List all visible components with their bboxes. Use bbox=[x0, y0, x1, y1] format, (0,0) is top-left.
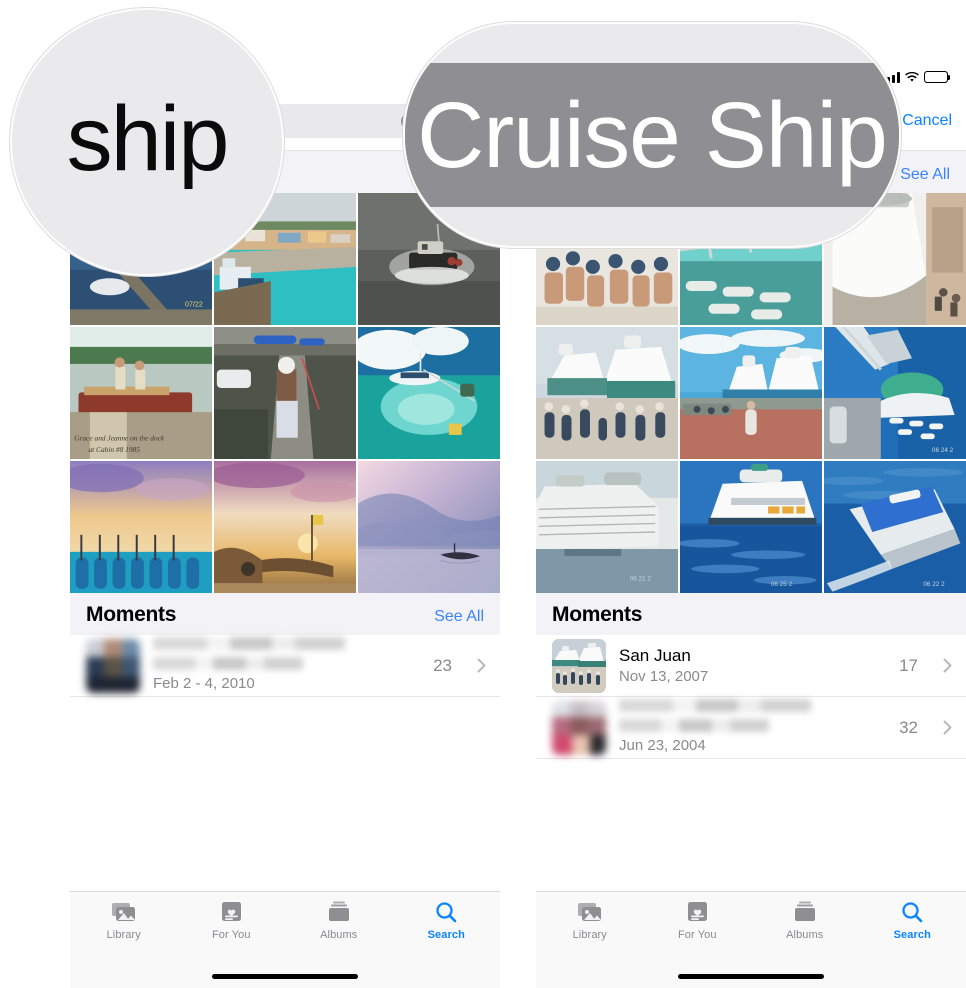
photo-thumbnail[interactable] bbox=[358, 327, 500, 460]
moment-count: 17 bbox=[899, 655, 918, 675]
tab-label: For You bbox=[677, 929, 717, 941]
moment-name-redacted-2 bbox=[619, 719, 769, 733]
for-you-heart-icon bbox=[688, 902, 708, 921]
moment-thumbnail bbox=[552, 700, 606, 755]
albums-stack-icon bbox=[328, 901, 349, 921]
tab-bar: Library For You Albums Search bbox=[70, 891, 500, 988]
svg-text:06 21 2: 06 21 2 bbox=[630, 575, 652, 582]
tab-label: Albums bbox=[320, 929, 358, 941]
tab-library[interactable]: Library bbox=[70, 900, 178, 941]
photo-thumbnail[interactable] bbox=[680, 327, 822, 460]
tab-albums[interactable]: Albums bbox=[751, 900, 859, 941]
svg-text:Grace and Jeanne on the dock: Grace and Jeanne on the dock bbox=[74, 434, 165, 443]
cancel-button[interactable]: Cancel bbox=[902, 112, 952, 130]
home-indicator bbox=[212, 974, 358, 979]
photo-thumbnail[interactable]: 06 25 2 bbox=[680, 461, 822, 594]
tab-search[interactable]: Search bbox=[393, 900, 501, 941]
moments-see-all-link[interactable]: See All bbox=[434, 608, 484, 626]
photos-see-all-link[interactable]: See All bbox=[900, 166, 950, 184]
tab-for-you[interactable]: For You bbox=[178, 900, 286, 941]
moment-text: San Juan Nov 13, 2007 bbox=[619, 645, 886, 686]
tab-label: Search bbox=[427, 929, 465, 941]
svg-text:06 25 2: 06 25 2 bbox=[771, 581, 793, 588]
photo-thumbnail[interactable]: 06 21 2 bbox=[536, 461, 678, 594]
photos-library-icon bbox=[111, 903, 135, 921]
moment-date: Nov 13, 2007 bbox=[619, 667, 709, 685]
list-item[interactable]: Jun 23, 2004 32 bbox=[536, 697, 966, 760]
moment-count: 32 bbox=[899, 717, 918, 737]
list-item[interactable]: Feb 2 - 4, 2010 23 bbox=[70, 635, 500, 698]
photo-thumbnail[interactable] bbox=[214, 461, 356, 594]
magnified-text-ship: ship bbox=[66, 88, 230, 190]
moment-text: Jun 23, 2004 bbox=[619, 699, 886, 756]
moment-thumbnail bbox=[552, 638, 606, 693]
moment-name-redacted-2 bbox=[153, 657, 303, 671]
moment-date: Jun 23, 2004 bbox=[619, 737, 706, 755]
search-magnifier-icon bbox=[436, 902, 457, 923]
photo-thumbnail[interactable]: Grace and Jeanne on the dock at Cabin #8… bbox=[70, 327, 212, 460]
moments-section-title: Moments bbox=[86, 603, 177, 627]
moment-text: Feb 2 - 4, 2010 bbox=[153, 637, 420, 694]
photo-thumbnail[interactable]: 06 24 2 bbox=[824, 327, 966, 460]
photo-thumbnail[interactable]: 06 22 2 bbox=[824, 461, 966, 594]
tab-search[interactable]: Search bbox=[859, 900, 966, 941]
tab-label: For You bbox=[211, 929, 251, 941]
photo-thumbnail[interactable] bbox=[536, 327, 678, 460]
photo-grid: 06 24 2 06 21 2 06 25 2 06 22 2 bbox=[536, 193, 966, 594]
chevron-right-icon bbox=[943, 720, 952, 735]
moments-section-title: Moments bbox=[552, 603, 643, 627]
tab-for-you[interactable]: For You bbox=[644, 900, 752, 941]
moment-name: San Juan bbox=[619, 646, 691, 666]
moments-section-header: Moments See All bbox=[70, 593, 500, 636]
photo-thumbnail[interactable] bbox=[70, 461, 212, 594]
tab-library[interactable]: Library bbox=[536, 900, 644, 941]
svg-text:06 24 2: 06 24 2 bbox=[932, 447, 954, 454]
albums-stack-icon bbox=[794, 901, 815, 921]
moment-date: Feb 2 - 4, 2010 bbox=[153, 675, 255, 693]
magnified-text-cruise-ship: Cruise Ship bbox=[405, 62, 899, 208]
tab-label: Library bbox=[106, 929, 141, 941]
photo-thumbnail[interactable] bbox=[358, 461, 500, 594]
magnifier-callout-selected-term: Cruise Ship bbox=[403, 22, 901, 248]
status-indicators bbox=[882, 71, 951, 83]
wifi-icon bbox=[905, 71, 919, 82]
moment-name-redacted bbox=[619, 699, 812, 713]
moment-name-redacted bbox=[153, 637, 346, 651]
chevron-right-icon bbox=[477, 658, 486, 673]
tab-bar: Library For You Albums Search bbox=[536, 891, 966, 988]
moment-thumbnail bbox=[86, 638, 140, 693]
battery-icon bbox=[924, 71, 951, 83]
home-indicator bbox=[678, 974, 824, 979]
tab-label: Library bbox=[572, 929, 607, 941]
for-you-heart-icon bbox=[222, 902, 242, 921]
chevron-right-icon bbox=[943, 658, 952, 673]
photo-thumbnail[interactable] bbox=[214, 327, 356, 460]
moments-section-header: Moments bbox=[536, 593, 966, 636]
svg-text:07/22: 07/22 bbox=[185, 301, 203, 309]
magnifier-callout-search-term: ship bbox=[10, 8, 284, 276]
svg-text:06 22 2: 06 22 2 bbox=[923, 581, 945, 588]
search-magnifier-icon bbox=[902, 902, 923, 923]
tab-label: Albums bbox=[786, 929, 824, 941]
tab-label: Search bbox=[893, 929, 931, 941]
moment-count: 23 bbox=[433, 655, 452, 675]
svg-text:at Cabin #8 1985: at Cabin #8 1985 bbox=[88, 445, 140, 454]
list-item[interactable]: San Juan Nov 13, 2007 17 bbox=[536, 635, 966, 698]
photos-library-icon bbox=[577, 903, 601, 921]
tab-albums[interactable]: Albums bbox=[285, 900, 393, 941]
